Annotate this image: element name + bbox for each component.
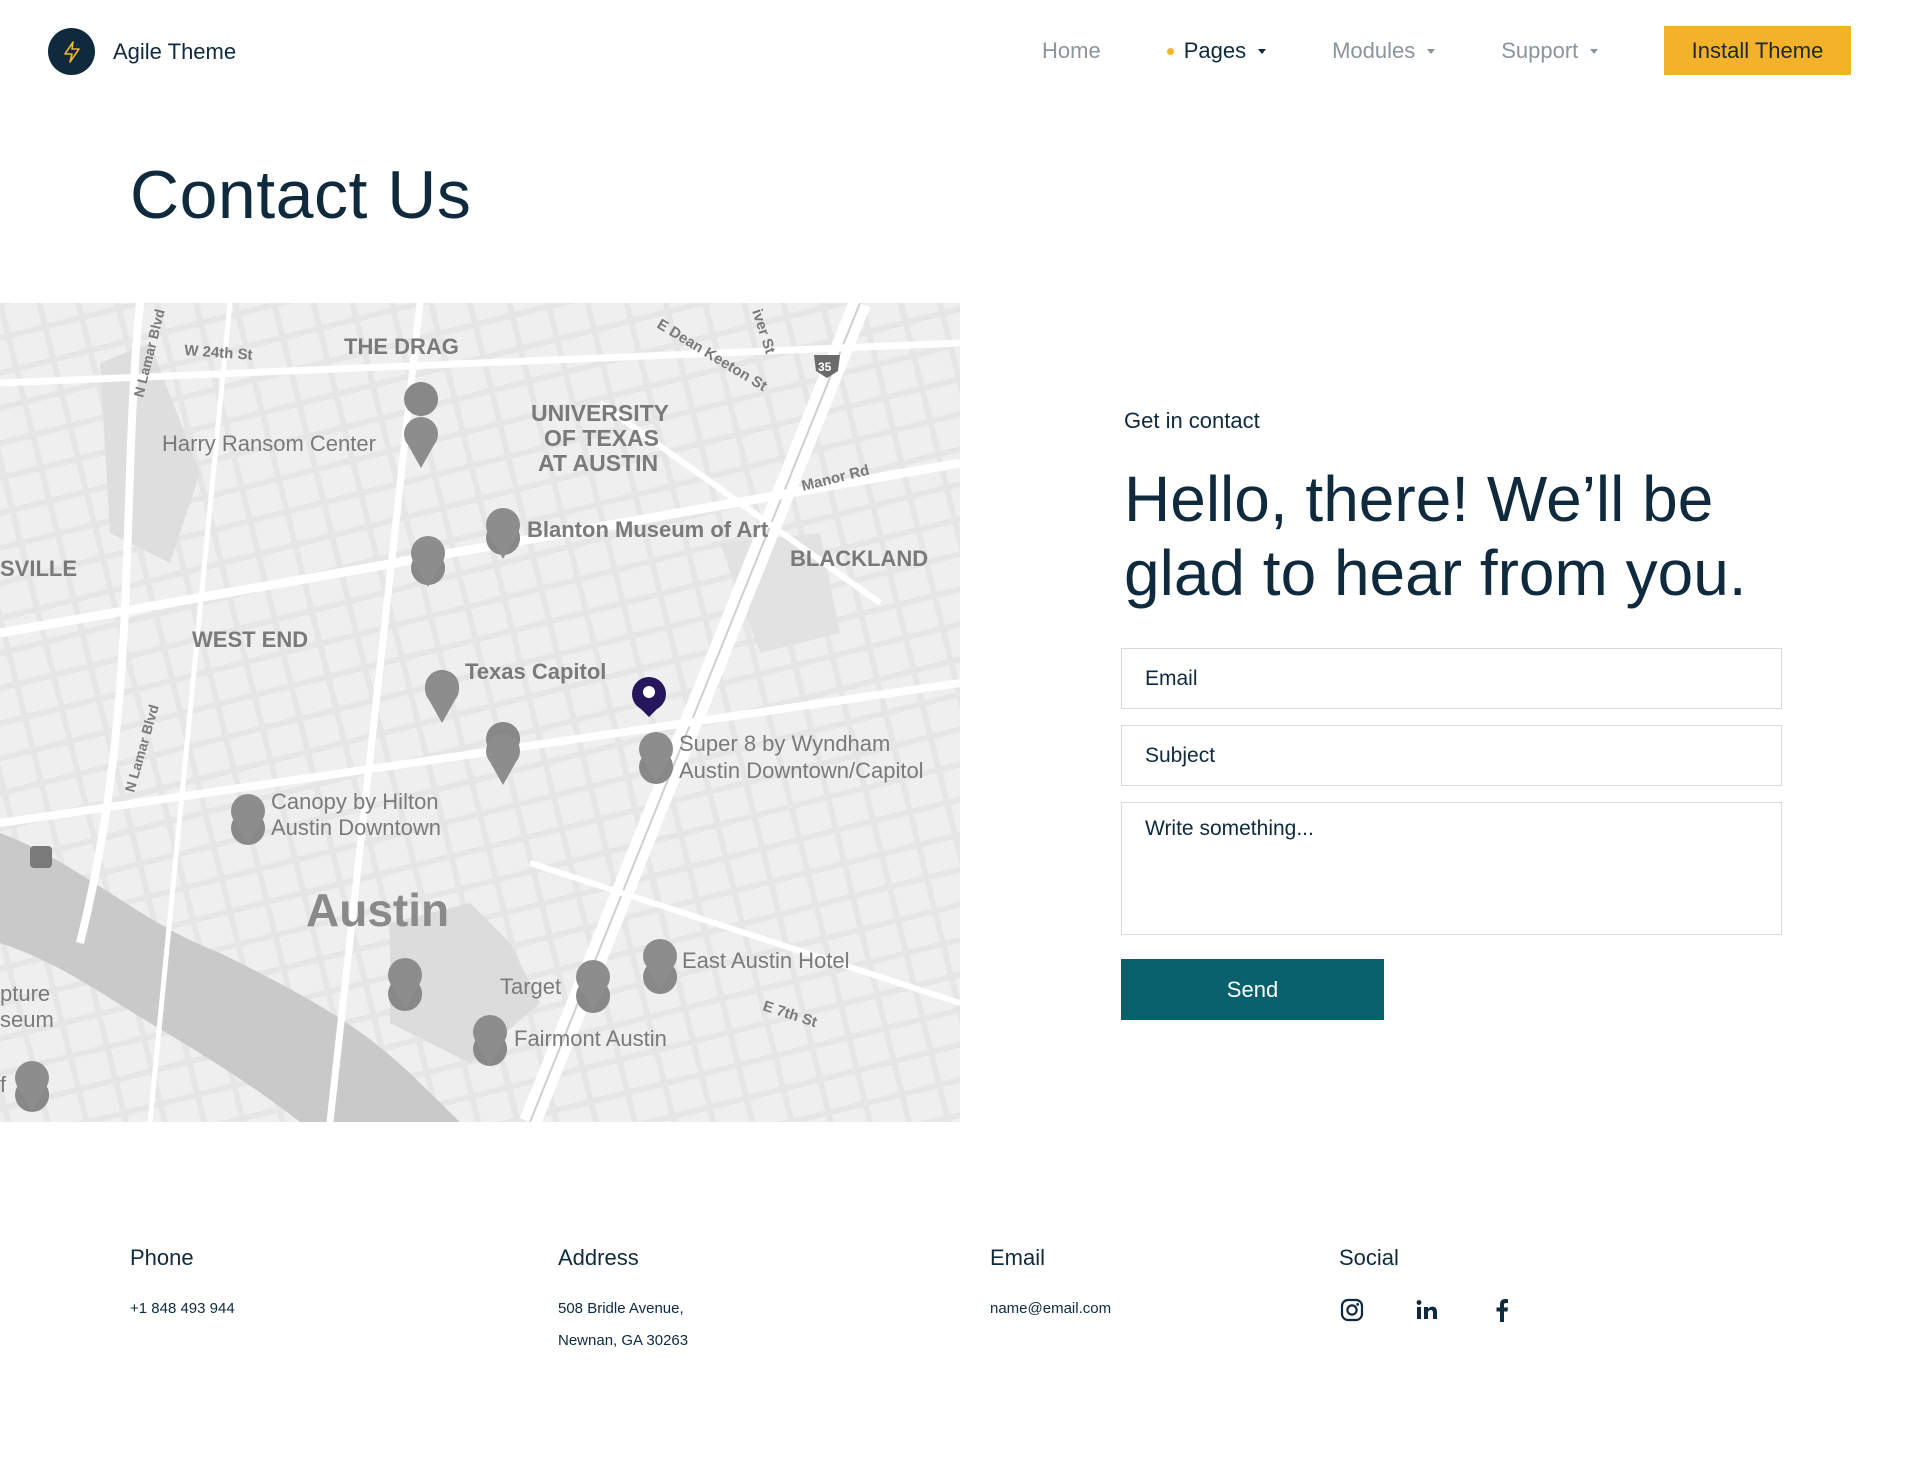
social-block: Social <box>1339 1245 1564 1323</box>
map-label-capitol: Texas Capitol <box>465 659 606 684</box>
site-header: Agile Theme Home Pages Modules Support I… <box>0 0 1920 104</box>
email-value[interactable]: name@email.com <box>990 1293 1111 1325</box>
map-label-east-austin: East Austin Hotel <box>682 948 850 973</box>
map-label-ut-1: UNIVERSITY <box>531 400 669 426</box>
subject-field[interactable] <box>1121 725 1782 786</box>
chevron-down-icon <box>1590 48 1599 54</box>
phone-value[interactable]: +1 848 493 944 <box>130 1293 235 1325</box>
address-block: Address 508 Bridle Avenue, Newnan, GA 30… <box>558 1245 688 1357</box>
map[interactable]: 35 THE DRAG W 24th St N Lamar Blvd E Dea… <box>0 303 960 1122</box>
send-button[interactable]: Send <box>1121 959 1384 1020</box>
nav-home-label: Home <box>1042 38 1101 63</box>
contact-eyebrow: Get in contact <box>1124 408 1260 433</box>
main-nav: Home Pages Modules Support <box>1042 38 1664 64</box>
map-label-pture: pture <box>0 981 50 1006</box>
nav-modules-label: Modules <box>1332 38 1416 63</box>
map-label-ut-3: AT AUSTIN <box>538 450 658 476</box>
transit-icon <box>30 846 52 868</box>
nav-support-label: Support <box>1501 38 1579 63</box>
brand-name: Agile Theme <box>113 38 237 64</box>
map-label-canopy-1: Canopy by Hilton <box>271 789 439 814</box>
map-label-the-drag: THE DRAG <box>344 334 459 359</box>
map-label-harry: Harry Ransom Center <box>162 431 376 456</box>
map-label-super8-2: Austin Downtown/Capitol <box>679 758 924 783</box>
map-label-ut-2: OF TEXAS <box>544 425 659 451</box>
map-label-f: f <box>0 1072 7 1097</box>
i35-label: 35 <box>818 360 832 374</box>
email-label: Email <box>990 1245 1046 1270</box>
map-canvas: 35 THE DRAG W 24th St N Lamar Blvd E Dea… <box>0 303 960 1122</box>
instagram-icon[interactable] <box>1339 1297 1365 1323</box>
map-label-super8-1: Super 8 by Wyndham <box>679 731 890 756</box>
address-value: 508 Bridle Avenue, Newnan, GA 30263 <box>558 1293 688 1357</box>
social-links <box>1339 1297 1564 1323</box>
map-label-blackland: BLACKLAND <box>790 546 928 571</box>
map-label-austin: Austin <box>306 884 449 936</box>
active-dot <box>1166 47 1174 55</box>
nav-pages-label: Pages <box>1183 38 1247 63</box>
address-line-2: Newnan, GA 30263 <box>558 1332 689 1349</box>
message-field[interactable] <box>1121 802 1782 935</box>
facebook-icon[interactable] <box>1489 1297 1515 1323</box>
brand-logo[interactable]: Agile Theme <box>48 28 236 75</box>
linkedin-icon[interactable] <box>1414 1297 1440 1323</box>
map-label-west-end: WEST END <box>192 627 308 652</box>
email-block: Email name@email.com <box>990 1245 1111 1325</box>
email-field[interactable] <box>1121 648 1782 709</box>
map-label-target: Target <box>500 974 561 999</box>
map-label-seum: seum <box>0 1007 54 1032</box>
map-label-canopy-2: Austin Downtown <box>271 815 441 840</box>
phone-label: Phone <box>130 1245 194 1270</box>
address-label: Address <box>558 1245 639 1270</box>
address-line-1: 508 Bridle Avenue, <box>558 1300 684 1317</box>
chevron-down-icon <box>1427 48 1436 54</box>
page-title: Contact Us <box>130 157 472 233</box>
nav-home[interactable]: Home <box>1042 38 1101 64</box>
map-label-sville: SVILLE <box>0 556 77 581</box>
contact-headline: Hello, there! We’ll be glad to hear from… <box>1124 463 1747 609</box>
nav-modules[interactable]: Modules <box>1332 38 1436 64</box>
install-theme-button[interactable]: Install Theme <box>1664 26 1851 75</box>
nav-pages[interactable]: Pages <box>1166 38 1267 64</box>
chevron-down-icon <box>1258 48 1267 54</box>
social-label: Social <box>1339 1245 1399 1270</box>
lightning-icon <box>48 28 95 75</box>
map-label-fairmont: Fairmont Austin <box>514 1026 667 1051</box>
nav-support[interactable]: Support <box>1501 38 1599 64</box>
map-label-blanton: Blanton Museum of Art <box>527 517 769 542</box>
phone-block: Phone +1 848 493 944 <box>130 1245 235 1325</box>
